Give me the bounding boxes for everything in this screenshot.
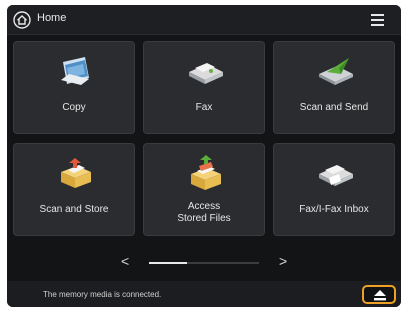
- copy-icon: [61, 57, 89, 85]
- access-stored-files-label: Access Stored Files: [177, 201, 231, 224]
- fax-icon: [189, 63, 223, 84]
- fax-label: Fax: [195, 102, 213, 113]
- page-scroll-thumb: [149, 262, 187, 264]
- home-screen: Home Copy Fax Scan and Send Scan and Sto…: [7, 5, 401, 307]
- scan-and-store-tile[interactable]: Scan and Store: [13, 143, 135, 236]
- fax-tile[interactable]: Fax: [143, 41, 265, 134]
- header-bar: Home: [7, 5, 401, 35]
- previous-page-button[interactable]: <: [121, 253, 129, 269]
- page-scroll-track: [149, 262, 259, 264]
- scan-and-store-label: Scan and Store: [39, 204, 109, 215]
- eject-button[interactable]: [362, 285, 396, 304]
- fax-inbox-tile[interactable]: Fax/I-Fax Inbox: [273, 143, 395, 236]
- scan-and-send-label: Scan and Send: [299, 102, 369, 113]
- eject-icon: [374, 290, 386, 301]
- access-stored-files-tile[interactable]: Access Stored Files: [143, 143, 265, 236]
- fax-inbox-label: Fax/I-Fax Inbox: [299, 204, 369, 215]
- page-indicator: < >: [7, 252, 401, 274]
- next-page-button[interactable]: >: [279, 253, 287, 269]
- home-icon[interactable]: [13, 11, 31, 29]
- scan-and-send-tile[interactable]: Scan and Send: [273, 41, 395, 134]
- status-message: The memory media is connected.: [43, 290, 162, 299]
- status-bar: The memory media is connected.: [7, 281, 401, 307]
- access-stored-files-icon: [191, 155, 221, 190]
- header-title: Home: [37, 12, 67, 24]
- scan-and-store-icon: [61, 158, 91, 188]
- scan-and-send-icon: [319, 58, 353, 85]
- fax-inbox-icon: [319, 165, 353, 186]
- copy-label: Copy: [62, 102, 86, 113]
- hamburger-menu-icon[interactable]: [365, 11, 389, 29]
- copy-tile[interactable]: Copy: [13, 41, 135, 134]
